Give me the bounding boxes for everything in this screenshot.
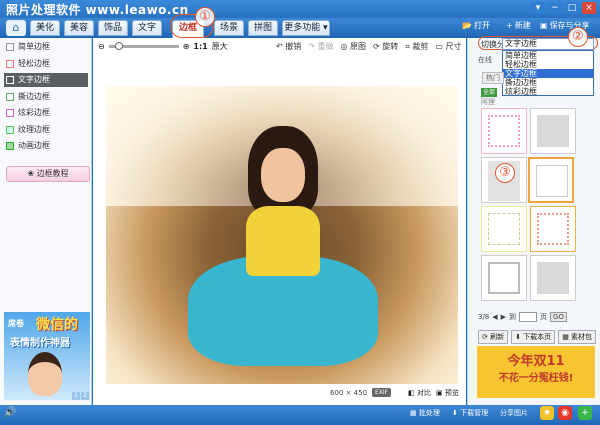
category-dropdown: 简单边框 轻松边框 文字边框 撕边边框 炫彩边框 — [502, 50, 594, 96]
torn-frame-icon — [6, 93, 14, 101]
zoom-tools: ⊖ ⊕ 1:1 原大 — [98, 41, 228, 52]
simple-frame-icon — [6, 43, 14, 51]
frame-thumbnail[interactable] — [530, 206, 576, 252]
left-item-animated-frame[interactable]: 动画边框 — [4, 139, 88, 153]
text-frame-icon — [6, 76, 14, 84]
menu-dropdown-button[interactable]: ▾ — [531, 2, 545, 14]
frame-thumbnail[interactable] — [481, 255, 527, 301]
thumbnail-actions: ⟳ 刷新 ⬇ 下载本页 ▦ 素材包 — [478, 330, 597, 344]
category-option[interactable]: 简单边框 — [503, 51, 593, 60]
app-title: 照片处理软件 www.leawo.cn — [6, 3, 189, 17]
zoom-slider[interactable] — [108, 42, 179, 50]
photo-dimensions: 600 × 450 — [330, 389, 368, 397]
home-icon[interactable]: ⌂ — [6, 20, 26, 36]
batch-button[interactable]: ▦ 批处理 — [410, 408, 440, 418]
callout-3: ③ — [495, 163, 515, 183]
close-button[interactable]: × — [582, 2, 596, 14]
zoom-in-icon[interactable]: ⊕ — [183, 42, 190, 51]
tab-face[interactable]: 美容 — [64, 20, 94, 36]
frame-thumbnail[interactable] — [530, 255, 576, 301]
category-option-selected[interactable]: 文字边框 — [503, 69, 593, 78]
frame-tutorial-button[interactable]: ❀ 边框教程 — [6, 166, 90, 182]
exif-button[interactable]: EXIF — [372, 388, 392, 397]
animated-frame-icon — [6, 142, 14, 150]
left-item-simple-frame[interactable]: 简单边框 — [4, 40, 88, 54]
resize-button[interactable]: ▭ 尺寸 — [435, 41, 461, 52]
left-item-colorful-frame[interactable]: 炫彩边框 — [4, 106, 88, 120]
frame-thumbnail-selected[interactable] — [528, 157, 574, 203]
left-item-texture-frame[interactable]: 纹理边框 — [4, 123, 88, 137]
volume-icon[interactable]: 🔊 — [4, 407, 16, 418]
ad-pager: 1 2 — [72, 392, 89, 400]
callout-1: ① — [195, 7, 215, 27]
compare-button[interactable]: ◧ 对比 — [408, 388, 431, 398]
tutorial-icon: ❀ — [27, 169, 37, 178]
page-input[interactable] — [519, 312, 538, 322]
original-button[interactable]: ◎ 原图 — [341, 41, 367, 52]
tab-online[interactable]: 在线 — [470, 54, 500, 66]
redo-button[interactable]: ↷ 重做 — [308, 41, 333, 52]
tab-beautify[interactable]: 美化 — [30, 20, 60, 36]
new-button[interactable]: + 新建 — [506, 20, 533, 31]
folder-icon: 📂 — [462, 21, 472, 30]
rotate-button[interactable]: ⟳ 旋转 — [373, 41, 398, 52]
share-picture-label: 分享图片 — [500, 409, 528, 417]
callout-2: ② — [568, 27, 588, 47]
zoom-reset-button[interactable]: 1:1 — [193, 42, 207, 51]
crop-button[interactable]: ⌗ 裁剪 — [405, 41, 428, 52]
edit-tools: ↶ 撤销 ↷ 重做 ◎ 原图 ⟳ 旋转 ⌗ 裁剪 ▭ 尺寸 — [276, 41, 461, 52]
add-share-icon[interactable]: + — [578, 406, 592, 420]
ad-page-1[interactable]: 1 — [72, 392, 80, 400]
left-item-torn-frame[interactable]: 撕边边框 — [4, 90, 88, 104]
refresh-button[interactable]: ⟳ 刷新 — [478, 330, 509, 344]
left-item-easy-frame[interactable]: 轻松边框 — [4, 57, 88, 71]
download-page-button[interactable]: ⬇ 下载本页 — [511, 330, 556, 344]
ad-avatar — [28, 352, 62, 396]
hot-tab[interactable]: 热门 — [482, 72, 504, 84]
frame-thumbnail[interactable] — [481, 206, 527, 252]
tab-accessories[interactable]: 饰品 — [98, 20, 128, 36]
texture-frame-icon — [6, 126, 14, 134]
undo-button[interactable]: ↶ 撤销 — [276, 41, 301, 52]
all-filter[interactable]: 全部 — [481, 88, 497, 97]
tab-text[interactable]: 文字 — [132, 20, 162, 36]
category-option[interactable]: 轻松边框 — [503, 60, 593, 69]
go-button[interactable]: GO — [550, 312, 567, 322]
save-icon: ▣ — [540, 21, 548, 30]
category-option[interactable]: 炫彩边框 — [503, 87, 593, 96]
window-controls: ▾ − □ × — [531, 2, 596, 14]
plus-icon: + — [506, 21, 513, 30]
original-size-button[interactable]: 原大 — [212, 41, 228, 52]
minimize-button[interactable]: − — [548, 2, 562, 14]
frame-thumbnail[interactable] — [481, 108, 527, 154]
left-ad-banner[interactable]: 席卷 微信的 表情制作神器 — [4, 312, 90, 400]
thumbnail-pager: 3/8 ◀ ▶ 到 页 GO — [478, 312, 567, 322]
easy-frame-icon — [6, 60, 14, 68]
download-manager-button[interactable]: ⬇ 下载管理 — [452, 408, 488, 418]
ad-page-2[interactable]: 2 — [81, 392, 89, 400]
right-ad-banner[interactable]: 今年双11 不花一分冤枉钱! — [477, 346, 595, 398]
tab-more[interactable]: 更多功能 ▾ — [282, 20, 330, 36]
zoom-slider-thumb[interactable] — [114, 42, 123, 50]
photo-subject-shirt — [246, 206, 320, 276]
weibo-icon[interactable]: ◉ — [558, 406, 572, 420]
tab-scene[interactable]: 场景 — [214, 20, 244, 36]
open-button[interactable]: 📂 打开 — [462, 20, 492, 31]
prev-page-icon[interactable]: ◀ — [492, 313, 497, 321]
category-option[interactable]: 撕边边框 — [503, 78, 593, 87]
photo-canvas[interactable] — [106, 86, 458, 384]
zoom-out-icon[interactable]: ⊖ — [98, 42, 105, 51]
preview-button[interactable]: ▣ 预览 — [436, 388, 459, 398]
material-pack-button[interactable]: ▦ 素材包 — [558, 330, 597, 344]
photo-subject-face — [261, 148, 305, 202]
tab-collage[interactable]: 拼图 — [248, 20, 278, 36]
frame-thumbnail[interactable] — [530, 108, 576, 154]
author-label: 阿狸 — [481, 98, 495, 106]
left-item-text-frame[interactable]: 文字边框 — [4, 73, 88, 87]
colorful-frame-icon — [6, 109, 14, 117]
page-indicator: 3/8 — [478, 313, 490, 321]
star-icon[interactable]: ★ — [540, 406, 554, 420]
next-page-icon[interactable]: ▶ — [501, 313, 506, 321]
maximize-button[interactable]: □ — [565, 2, 579, 14]
